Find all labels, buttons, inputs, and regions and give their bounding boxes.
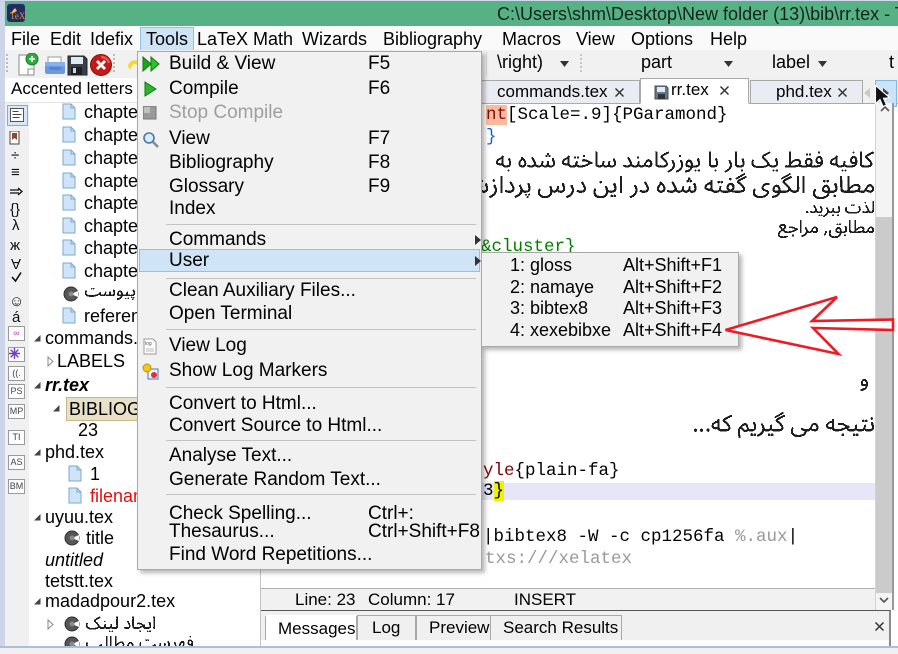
svg-text:TeX: TeX xyxy=(10,11,25,21)
svg-text:log: log xyxy=(145,341,152,347)
